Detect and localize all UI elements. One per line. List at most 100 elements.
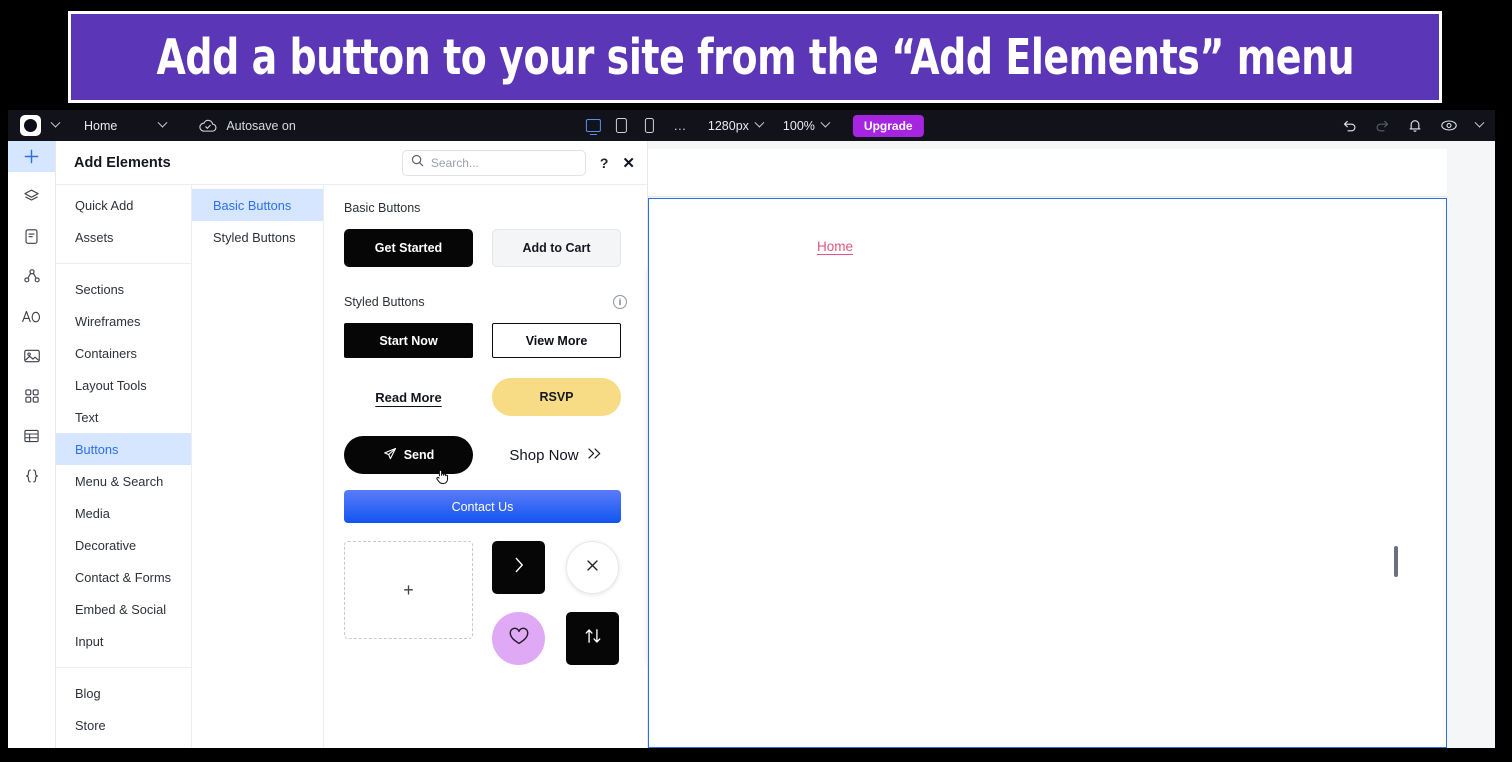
page-selector-label[interactable]: Home: [84, 119, 117, 133]
send-button[interactable]: Send: [344, 436, 473, 484]
rail-item-code[interactable]: [8, 460, 55, 492]
get-started-button[interactable]: Get Started: [344, 229, 473, 267]
redo-icon[interactable]: [1375, 119, 1390, 133]
rail-item-site-structure[interactable]: [8, 260, 55, 292]
left-icon-rail: [8, 141, 56, 748]
sort-button[interactable]: [566, 612, 619, 665]
subcategory-basic-buttons[interactable]: Basic Buttons: [192, 189, 323, 221]
close-x-icon: [585, 558, 600, 578]
category-store[interactable]: Store: [56, 709, 191, 741]
rail-item-add-elements[interactable]: [8, 141, 55, 172]
category-embed-social[interactable]: Embed & Social: [56, 593, 191, 625]
close-panel-button[interactable]: ✕: [622, 154, 635, 172]
category-divider: [56, 263, 191, 264]
upgrade-button[interactable]: Upgrade: [852, 114, 924, 137]
rail-item-pages[interactable]: [8, 220, 55, 252]
rsvp-button[interactable]: RSVP: [492, 378, 621, 416]
category-blog[interactable]: Blog: [56, 677, 191, 709]
styled-button-cell-2: View More: [492, 323, 621, 358]
editor-body: Add Elements ? ✕: [8, 141, 1495, 748]
favorite-button[interactable]: [492, 612, 545, 665]
arrows-up-down-icon: [583, 626, 603, 652]
subcategory-styled-buttons[interactable]: Styled Buttons: [192, 221, 323, 253]
basic-button-cell-1: Get Started: [344, 229, 473, 267]
read-more-link[interactable]: Read More: [375, 390, 441, 405]
hand-pointer-cursor-icon: [435, 468, 449, 484]
category-assets[interactable]: Assets: [56, 221, 191, 253]
mobile-icon[interactable]: [635, 113, 663, 139]
desktop-icon[interactable]: [579, 113, 607, 139]
category-input[interactable]: Input: [56, 625, 191, 657]
basic-buttons-heading-text: Basic Buttons: [344, 201, 421, 215]
instruction-banner-text: Add a button to your site from the “Add …: [156, 28, 1354, 86]
help-button[interactable]: ?: [600, 155, 609, 171]
add-to-cart-button[interactable]: Add to Cart: [492, 229, 621, 267]
category-media[interactable]: Media: [56, 497, 191, 529]
category-wireframes[interactable]: Wireframes: [56, 305, 191, 337]
styled-buttons-heading-text: Styled Buttons: [344, 295, 425, 309]
canvas-right-gutter: [1447, 141, 1495, 748]
category-contact-forms[interactable]: Contact & Forms: [56, 561, 191, 593]
zoom-selector[interactable]: 100%: [773, 117, 839, 133]
category-buttons[interactable]: Buttons: [56, 433, 191, 465]
styled-button-cell-5: Send: [344, 436, 473, 484]
placeholder-add-box[interactable]: +: [344, 541, 473, 639]
site-logo-icon[interactable]: [20, 115, 41, 136]
shop-now-button[interactable]: Shop Now: [509, 447, 603, 464]
autosave-label: Autosave on: [226, 118, 296, 133]
styled-buttons-row-3: Send Shop Now: [344, 436, 627, 484]
editor-topbar: Home Autosave on … 1280px 100% Upgrade: [8, 110, 1495, 141]
basic-buttons-row: Get Started Add to Cart: [344, 229, 627, 267]
chevron-right-icon: [513, 556, 525, 580]
canvas-selected-section[interactable]: Home: [648, 198, 1447, 748]
category-sections[interactable]: Sections: [56, 273, 191, 305]
rail-item-apps[interactable]: [8, 380, 55, 412]
logo-chevron-down-icon[interactable]: [48, 110, 62, 141]
heart-icon: [508, 626, 530, 651]
category-quick-add[interactable]: Quick Add: [56, 189, 191, 221]
search-input[interactable]: [430, 155, 571, 170]
right-edge-mask: [1495, 110, 1512, 748]
search-wrapper: [401, 149, 586, 176]
search-box[interactable]: [401, 149, 586, 176]
preview-chevron-down-icon[interactable]: [1474, 117, 1485, 128]
page-chevron-down-icon[interactable]: [155, 110, 169, 141]
double-chevron-right-icon: [586, 447, 604, 464]
bell-icon[interactable]: [1408, 118, 1422, 133]
subcategory-list: Basic Buttons Styled Buttons: [192, 185, 324, 748]
category-menu-search[interactable]: Menu & Search: [56, 465, 191, 497]
canvas-scrollbar-thumb[interactable]: [1394, 546, 1398, 577]
undo-icon[interactable]: [1342, 119, 1357, 133]
rail-item-media[interactable]: [8, 340, 55, 372]
tablet-icon[interactable]: [607, 113, 635, 139]
view-more-button[interactable]: View More: [492, 323, 621, 358]
chevron-right-button[interactable]: [492, 541, 545, 594]
category-text[interactable]: Text: [56, 401, 191, 433]
styled-buttons-heading: Styled Buttons i: [344, 295, 627, 309]
canvas-width-selector[interactable]: 1280px: [698, 117, 773, 133]
rail-item-theme[interactable]: [8, 300, 55, 332]
button-gallery: Basic Buttons Get Started Add to Cart St…: [324, 185, 647, 748]
canvas-home-link[interactable]: Home: [817, 239, 853, 254]
icon-buttons-row-2: [492, 612, 619, 665]
rail-item-layers[interactable]: [8, 180, 55, 212]
add-elements-panel: Add Elements ? ✕: [56, 141, 648, 748]
category-layout-tools[interactable]: Layout Tools: [56, 369, 191, 401]
start-now-button[interactable]: Start Now: [344, 323, 473, 358]
info-icon[interactable]: i: [613, 295, 627, 309]
zoom-chevron-down-icon: [820, 117, 831, 128]
contact-us-button[interactable]: Contact Us: [344, 490, 621, 523]
autosave-status: Autosave on: [199, 119, 296, 133]
eye-icon[interactable]: [1440, 119, 1458, 132]
category-decorative[interactable]: Decorative: [56, 529, 191, 561]
rail-item-cms[interactable]: [8, 420, 55, 452]
more-viewports-button[interactable]: …: [663, 118, 698, 133]
plus-icon: +: [403, 579, 414, 600]
panel-title: Add Elements: [74, 154, 171, 171]
canvas-header-strip: [648, 149, 1447, 197]
screenshot-root: Add a button to your site from the “Add …: [0, 0, 1512, 762]
viewport-controls: … 1280px 100% Upgrade: [579, 113, 924, 139]
category-divider-2: [56, 667, 191, 668]
close-circle-button[interactable]: [566, 541, 619, 594]
category-containers[interactable]: Containers: [56, 337, 191, 369]
